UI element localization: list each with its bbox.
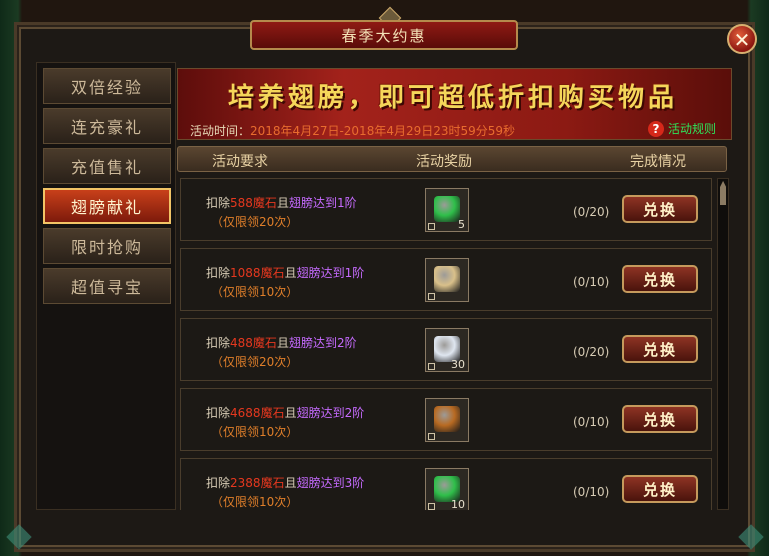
lock-icon [428,503,435,510]
tab-4[interactable]: 限时抢购 [43,228,171,264]
tab-0[interactable]: 双倍经验 [43,68,171,104]
req-prefix: 扣除 [206,266,231,280]
window-title: 春季大约惠 [250,20,518,50]
column-status: 完成情况 [630,154,686,170]
req-and: 且 [284,266,297,280]
column-reward: 活动奖励 [416,154,472,170]
progress-count: (0/20) [573,205,610,219]
req-currency: 魔石 [252,196,277,210]
req-amount: 4688 [230,406,261,420]
claim-limit: （仅限领10次） [211,425,299,439]
reward-slot[interactable]: 10 [425,468,469,510]
question-icon: ? [648,120,664,137]
req-prefix: 扣除 [206,336,231,350]
lock-icon [428,293,435,300]
req-wing-level: 翅膀达到1阶 [288,196,357,210]
scroll-thumb[interactable] [720,187,726,205]
progress-count: (0/10) [573,415,610,429]
reward-slot[interactable] [425,398,469,442]
exchange-button[interactable]: 兑换 [622,265,698,293]
table-row: 扣除588魔石且翅膀达到1阶 （仅限领20次） 5 (0/20) 兑换 [180,178,712,241]
table-row: 扣除488魔石且翅膀达到2阶 （仅限领20次） 30 (0/20) 兑换 [180,318,712,381]
column-requirement: 活动要求 [212,154,268,170]
req-amount: 1088 [230,266,261,280]
claim-limit: （仅限领10次） [211,495,299,509]
exchange-button[interactable]: 兑换 [622,405,698,433]
progress-count: (0/10) [573,485,610,499]
claim-limit: （仅限领10次） [211,285,299,299]
req-and: 且 [284,476,297,490]
event-time-label: 活动时间： [190,124,251,138]
tab-2[interactable]: 充值售礼 [43,148,171,184]
progress-count: (0/10) [573,275,610,289]
req-prefix: 扣除 [206,406,231,420]
req-wing-level: 翅膀达到1阶 [296,266,365,280]
requirement-text: 扣除2388魔石且翅膀达到3阶 [206,474,364,491]
req-wing-level: 翅膀达到2阶 [296,406,365,420]
requirement-text: 扣除1088魔石且翅膀达到1阶 [206,264,364,281]
exchange-button[interactable]: 兑换 [622,195,698,223]
req-currency: 魔石 [260,476,285,490]
req-and: 且 [276,196,289,210]
req-and: 且 [276,336,289,350]
claim-limit: （仅限领20次） [211,355,299,369]
requirement-text: 扣除4688魔石且翅膀达到2阶 [206,404,364,421]
lock-icon [428,223,435,230]
bronze-coin-icon [434,406,460,432]
req-amount: 2388 [230,476,261,490]
table-row: 扣除4688魔石且翅膀达到2阶 （仅限领10次） (0/10) 兑换 [180,388,712,451]
req-amount: 588 [230,196,253,210]
lock-icon [428,433,435,440]
claim-limit: （仅限领20次） [211,215,299,229]
requirement-text: 扣除588魔石且翅膀达到1阶 [206,194,357,211]
rules-label: 活动规则 [668,122,717,136]
item-count: 30 [451,358,465,371]
table-row: 扣除2388魔石且翅膀达到3阶 （仅限领10次） 10 (0/10) 兑换 [180,458,712,510]
reward-slot[interactable] [425,258,469,302]
lock-icon [428,363,435,370]
requirement-text: 扣除488魔石且翅膀达到2阶 [206,334,357,351]
req-amount: 488 [230,336,253,350]
event-time-value: 2018年4月27日-2018年4月29日23时59分59秒 [250,124,516,138]
table-row: 扣除1088魔石且翅膀达到1阶 （仅限领10次） (0/10) 兑换 [180,248,712,311]
reward-slot[interactable]: 30 [425,328,469,372]
tab-1[interactable]: 连充豪礼 [43,108,171,144]
exchange-button[interactable]: 兑换 [622,475,698,503]
tab-3[interactable]: 翅膀献礼 [43,188,171,224]
item-count: 5 [458,218,465,231]
req-prefix: 扣除 [206,196,231,210]
scroll-icon [434,266,460,292]
progress-count: (0/20) [573,345,610,359]
tab-5[interactable]: 超值寻宝 [43,268,171,304]
scrollbar[interactable]: ▲ [717,178,729,510]
reward-list: 扣除588魔石且翅膀达到1阶 （仅限领20次） 5 (0/20) 兑换 扣除1088魔石且… [177,175,715,510]
req-currency: 魔石 [252,336,277,350]
banner-headline: 培养翅膀，即可超低折扣购买物品 [228,83,679,113]
reward-slot[interactable]: 5 [425,188,469,232]
item-count: 10 [451,498,465,510]
event-time: 活动时间：2018年4月27日-2018年4月29日23时59分59秒 [190,122,515,139]
table-header: 活动要求 活动奖励 完成情况 [177,146,727,172]
close-icon[interactable]: ✕ [727,24,757,54]
req-currency: 魔石 [260,406,285,420]
req-currency: 魔石 [260,266,285,280]
req-prefix: 扣除 [206,476,231,490]
green-gem-icon [434,196,460,222]
req-wing-level: 翅膀达到2阶 [288,336,357,350]
req-and: 且 [284,406,297,420]
exchange-button[interactable]: 兑换 [622,335,698,363]
rules-button[interactable]: ? 活动规则 [648,120,716,137]
req-wing-level: 翅膀达到3阶 [296,476,365,490]
